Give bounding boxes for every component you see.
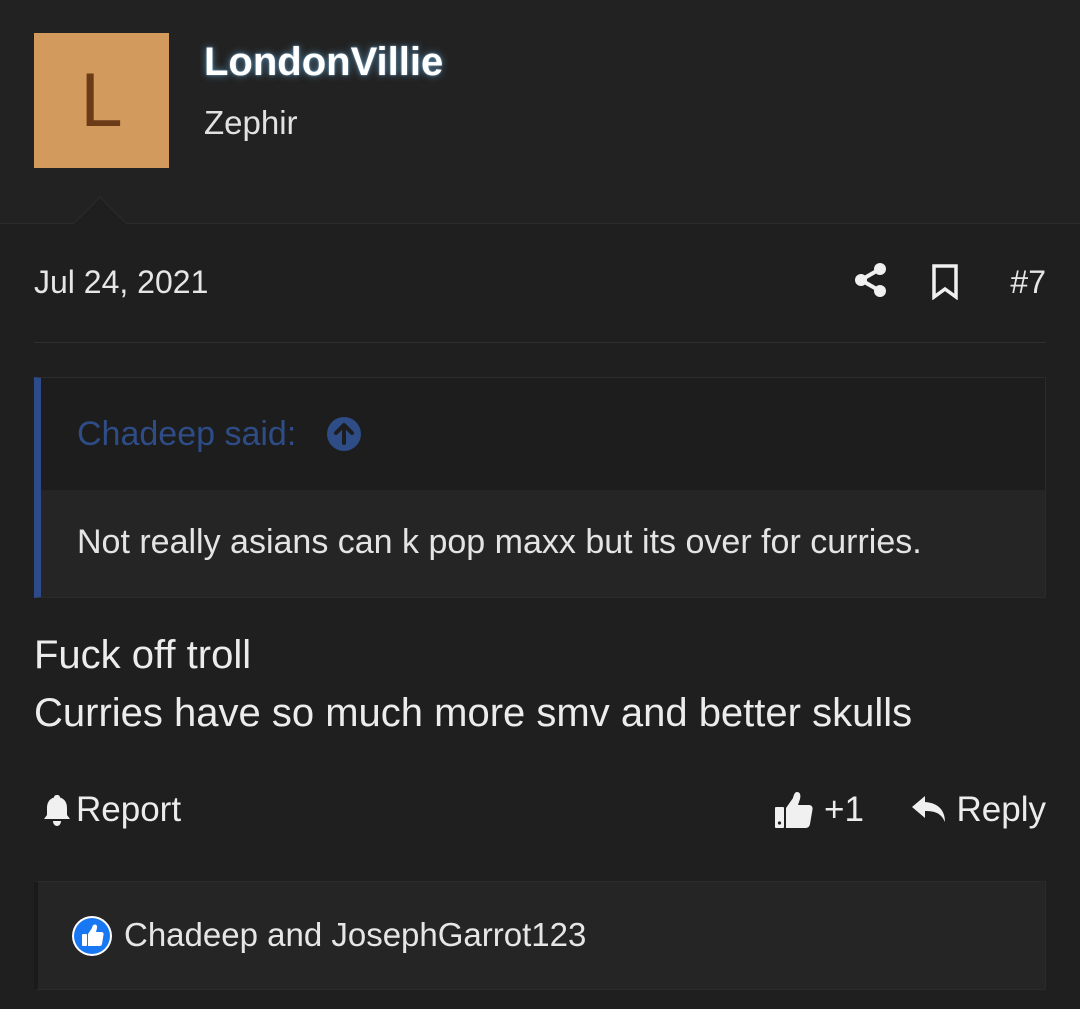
thumbs-up-icon (775, 792, 813, 828)
reply-icon (911, 796, 945, 822)
reply-button[interactable]: Reply (911, 787, 1046, 833)
divider (34, 342, 1046, 343)
reactions-bar: Chadeep and JosephGarrot123 (34, 881, 1046, 990)
post-meta: Jul 24, 2021 #7 (34, 258, 1046, 308)
user-title: Zephir (204, 104, 298, 141)
post-user-header: L LondonVillie Zephir (0, 0, 1080, 224)
like-reaction-icon (72, 916, 112, 956)
report-label: Report (76, 790, 182, 829)
forum-post: L LondonVillie Zephir Jul 24, 2021 #7 Ch… (0, 0, 1080, 1009)
reaction-users-link[interactable]: Chadeep and JosephGarrot123 (124, 916, 586, 954)
post-body-line: Fuck off troll (34, 633, 252, 677)
like-button[interactable]: +1 (774, 787, 864, 833)
post-actions: Report +1 Reply (34, 785, 1046, 835)
post-date-link[interactable]: Jul 24, 2021 (34, 264, 208, 301)
quote-text: Not really asians can k pop maxx but its… (77, 523, 922, 561)
post-body: Fuck off troll Curries have so much more… (34, 626, 1046, 742)
bookmark-icon[interactable] (931, 264, 959, 300)
quote-block: Chadeep said: Not really asians can k po… (34, 377, 1046, 598)
arrow-up-circle-icon[interactable] (326, 416, 362, 452)
report-button[interactable]: Report (42, 787, 181, 833)
reply-label: Reply (956, 790, 1046, 829)
share-icon[interactable] (854, 262, 888, 298)
post-body-line: Curries have so much more smv and better… (34, 691, 913, 735)
bell-icon (44, 795, 70, 826)
post-number-link[interactable]: #7 (1010, 264, 1046, 301)
quote-author-link[interactable]: Chadeep said: (77, 415, 296, 454)
like-count: +1 (824, 790, 864, 829)
avatar[interactable]: L (34, 33, 169, 168)
header-pointer-arrow (72, 196, 128, 226)
username-link[interactable]: LondonVillie (204, 40, 443, 85)
